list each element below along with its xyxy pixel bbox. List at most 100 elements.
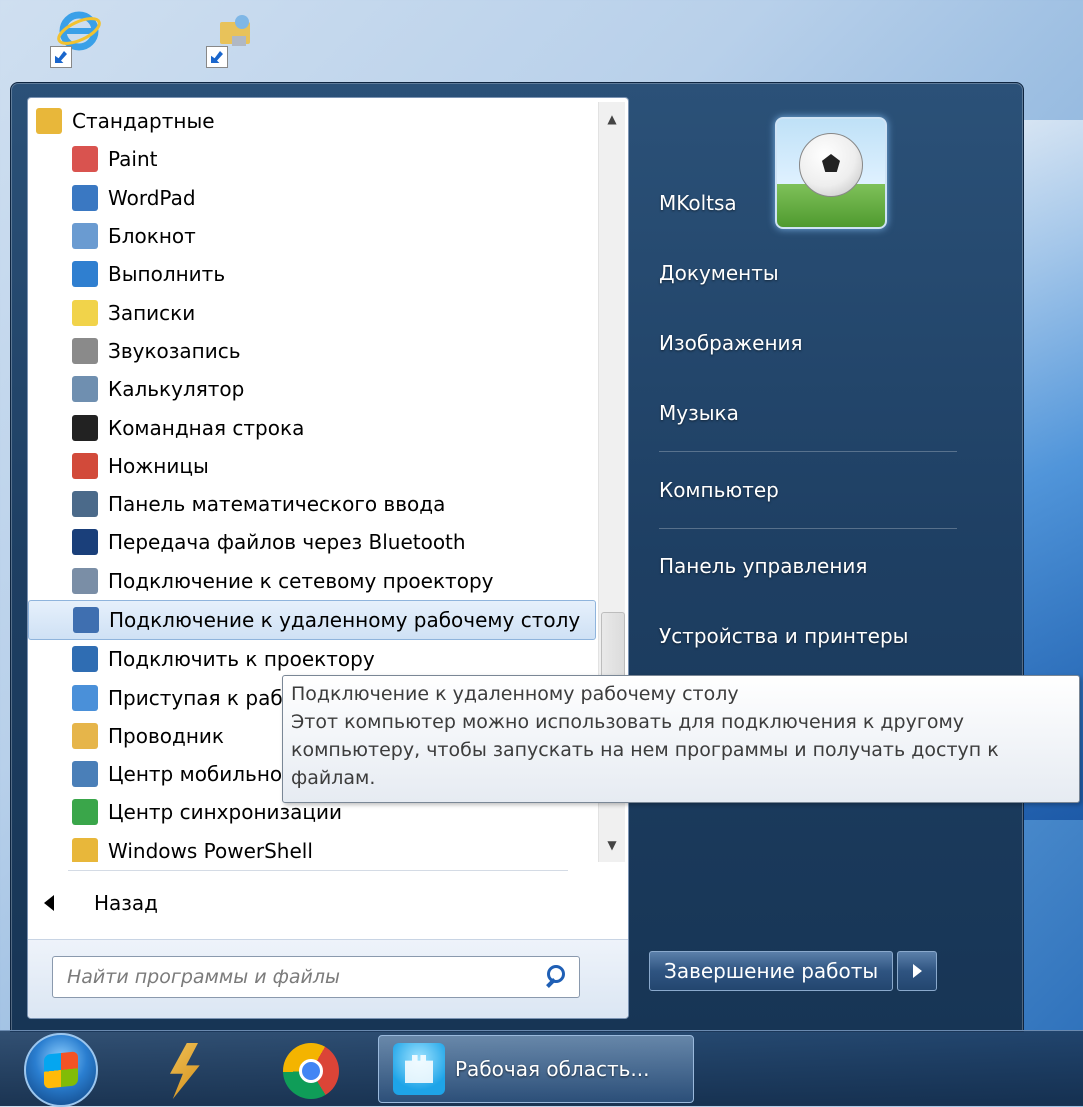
program-label: Калькулятор	[108, 377, 245, 402]
math-input-icon	[72, 491, 98, 518]
shortcut-arrow-icon	[50, 46, 72, 68]
program-label: Paint	[108, 147, 158, 172]
program-item[interactable]: Выполнить	[28, 255, 596, 293]
sync-center-icon	[72, 799, 98, 826]
control-panel-label: Панель управления	[659, 554, 868, 578]
back-label: Назад	[94, 891, 159, 915]
scissors-icon	[72, 452, 98, 479]
shutdown-label: Завершение работы	[664, 959, 879, 983]
program-item[interactable]: Стандартные	[28, 102, 596, 140]
right-item-user[interactable]: MKoltsa	[659, 183, 737, 223]
program-item[interactable]: Звукозапись	[28, 332, 596, 370]
paint-icon	[72, 146, 98, 173]
back-button[interactable]: Назад	[44, 883, 158, 923]
program-label: WordPad	[108, 185, 196, 210]
taskbar: Рабочая область...	[0, 1030, 1083, 1107]
desktop-icon-internet-explorer[interactable]	[50, 6, 110, 68]
taskbar-window-button[interactable]: Рабочая область...	[378, 1035, 694, 1103]
back-arrow-icon	[44, 895, 54, 911]
tooltip-title: Подключение к удаленному рабочему столу	[291, 683, 739, 705]
scroll-up-icon[interactable]: ▲	[599, 106, 625, 132]
shutdown-button[interactable]: Завершение работы	[649, 951, 894, 991]
program-label: Звукозапись	[108, 338, 241, 363]
run-icon	[72, 261, 98, 288]
program-item[interactable]: Ножницы	[28, 447, 596, 485]
program-label: Передача файлов через Bluetooth	[108, 530, 466, 555]
windows-logo-icon	[44, 1051, 78, 1089]
remote-desktop-icon	[73, 607, 99, 633]
winamp-icon[interactable]	[170, 1043, 200, 1099]
search-input[interactable]	[53, 965, 543, 989]
start-menu: Стандартные Paint WordPad Блокнот Выполнить З…	[10, 82, 1024, 1032]
program-item[interactable]: Панель математического ввода	[28, 485, 596, 523]
right-item-pictures[interactable]: Изображения	[659, 323, 803, 363]
getting-started-icon	[72, 684, 98, 711]
program-label: Панель математического ввода	[108, 492, 446, 517]
network-projector-icon	[72, 567, 98, 594]
devices-printers-label: Устройства и принтеры	[659, 624, 909, 648]
calculator-icon	[72, 376, 98, 403]
right-item-music[interactable]: Музыка	[659, 393, 739, 433]
tooltip-description: Этот компьютер можно использовать для по…	[291, 711, 999, 789]
pictures-label: Изображения	[659, 331, 803, 355]
music-label: Музыка	[659, 401, 739, 425]
program-label: Центр синхронизации	[108, 800, 343, 825]
program-label: Проводник	[108, 723, 224, 748]
user-name-label: MKoltsa	[659, 191, 737, 215]
program-item[interactable]: Передача файлов через Bluetooth	[28, 523, 596, 561]
desktop-icon-network[interactable]	[206, 6, 266, 68]
search-area	[28, 939, 628, 1018]
program-item[interactable]: Записки	[28, 293, 596, 331]
taskbar-window-label: Рабочая область...	[455, 1057, 650, 1081]
program-item[interactable]: Подключение к сетевому проектору	[28, 562, 596, 600]
microphone-icon	[72, 337, 98, 364]
sticky-notes-icon	[72, 299, 98, 326]
documents-label: Документы	[659, 261, 779, 285]
wordpad-icon	[72, 184, 98, 211]
tooltip: Подключение к удаленному рабочему столу …	[282, 675, 1080, 803]
right-item-devices-printers[interactable]: Устройства и принтеры	[659, 616, 908, 656]
command-prompt-icon	[72, 414, 98, 441]
folder-icon	[72, 837, 98, 862]
computer-label: Компьютер	[659, 478, 779, 502]
shutdown-options-button[interactable]	[897, 951, 938, 991]
right-divider	[659, 528, 957, 529]
program-label: Стандартные	[72, 109, 215, 134]
search-box[interactable]	[52, 956, 580, 998]
right-item-documents[interactable]: Документы	[659, 253, 779, 293]
program-item[interactable]: Подключение к удаленному рабочему столу	[28, 599, 596, 641]
chrome-icon[interactable]	[283, 1043, 339, 1099]
workspace-app-icon	[393, 1043, 445, 1095]
shutdown-group: Завершение работы	[649, 951, 938, 991]
program-item[interactable]: Блокнот	[28, 217, 596, 255]
projector-icon	[72, 646, 98, 673]
start-button[interactable]	[24, 1033, 98, 1107]
program-label: Командная строка	[108, 415, 305, 440]
program-label: Подключить к проектору	[108, 647, 375, 672]
mobility-center-icon	[72, 761, 98, 788]
search-icon[interactable]	[543, 963, 571, 991]
program-label: Windows PowerShell	[108, 838, 313, 862]
notepad-icon	[72, 223, 98, 250]
program-label: Записки	[108, 300, 196, 325]
program-item[interactable]: WordPad	[28, 179, 596, 217]
program-item[interactable]: Подключить к проектору	[28, 640, 596, 678]
right-item-control-panel[interactable]: Панель управления	[659, 546, 867, 586]
program-item[interactable]: Калькулятор	[28, 370, 596, 408]
program-label: Подключение к удаленному рабочему столу	[109, 608, 581, 632]
divider	[68, 870, 568, 871]
program-label: Подключение к сетевому проектору	[108, 568, 494, 593]
program-item[interactable]: Windows PowerShell	[28, 832, 596, 862]
user-avatar[interactable]	[775, 117, 887, 229]
right-divider	[659, 451, 957, 452]
folder-icon	[36, 108, 62, 135]
scroll-down-icon[interactable]: ▼	[599, 832, 625, 858]
soccer-ball-icon	[799, 133, 863, 197]
programs-pane: Стандартные Paint WordPad Блокнот Выполнить З…	[27, 97, 629, 1019]
bluetooth-icon	[72, 529, 98, 556]
right-item-computer[interactable]: Компьютер	[659, 470, 779, 510]
shortcut-arrow-icon	[206, 46, 228, 68]
program-item[interactable]: Командная строка	[28, 408, 596, 446]
program-item[interactable]: Paint	[28, 140, 596, 178]
explorer-icon	[72, 722, 98, 749]
